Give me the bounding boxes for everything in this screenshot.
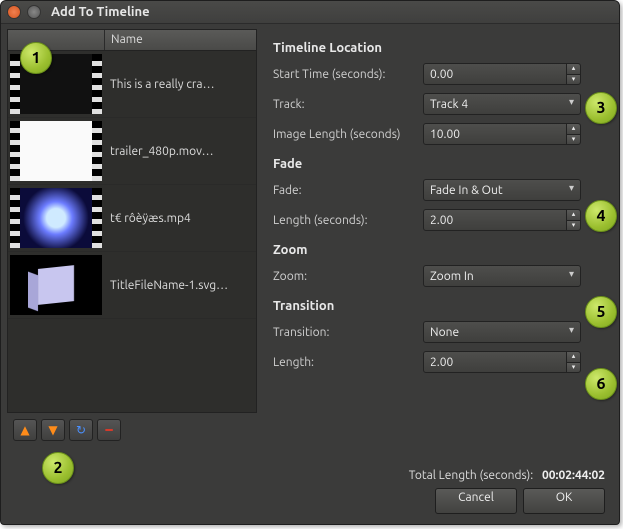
section-zoom-title: Zoom [273,243,581,257]
move-down-button[interactable]: ▼ [41,419,65,441]
form-panel: Timeline Location Start Time (seconds): … [263,23,619,460]
transition-length-label: Length: [273,356,423,369]
content: Name This is a really cra… trailer_480p.… [1,23,619,524]
zoom-select[interactable]: Zoom In [423,265,581,287]
fade-length-value: 2.00 [430,214,453,227]
list-toolbar: ▲ ▼ ↻ ━ [7,413,257,441]
cancel-button[interactable]: Cancel [435,488,517,514]
track-value: Track 4 [430,98,468,111]
transition-length-value: 2.00 [430,356,453,369]
annotation-badge-3: 3 [585,92,617,124]
thumbnail [10,188,102,248]
window-title: Add To Timeline [51,5,150,19]
file-name: This is a really cra… [104,78,256,91]
section-timeline-title: Timeline Location [273,41,581,55]
image-length-value: 10.00 [430,128,460,141]
image-length-input[interactable]: 10.00 ▴▾ [423,123,581,145]
fade-select[interactable]: Fade In & Out [423,179,581,201]
annotation-badge-6: 6 [585,368,617,400]
stepper-icon[interactable]: ▴▾ [566,352,580,372]
section-fade-title: Fade [273,157,581,171]
zoom-label: Zoom: [273,270,423,283]
file-list: Name This is a really cra… trailer_480p.… [7,29,257,413]
thumbnail [10,255,102,315]
minimize-icon[interactable] [27,5,41,19]
file-name: t€ rôèÿæs.mp4 [104,212,256,225]
transition-value: None [430,326,459,339]
total-length-label: Total Length (seconds): [409,469,533,482]
track-select[interactable]: Track 4 [423,93,581,115]
dialog-buttons: Cancel OK [435,488,605,514]
titlebar: Add To Timeline [1,1,619,24]
left-panel: Name This is a really cra… trailer_480p.… [1,23,263,460]
section-transition-title: Transition [273,299,581,313]
thumbnail [10,121,102,181]
col-name-header: Name [105,30,256,50]
list-item[interactable]: TitleFileName-1.svg… [8,252,256,319]
remove-button[interactable]: ━ [97,419,121,441]
fade-length-label: Length (seconds): [273,214,423,227]
file-name: trailer_480p.mov… [104,145,256,158]
annotation-badge-4: 4 [585,200,617,232]
dialog-window: Add To Timeline Name This is a really cr… [0,0,620,525]
main-area: Name This is a really cra… trailer_480p.… [1,23,619,460]
annotation-badge-2: 2 [42,452,74,484]
stepper-icon[interactable]: ▴▾ [566,124,580,144]
start-time-value: 0.00 [430,68,453,81]
image-length-label: Image Length (seconds) [273,128,423,141]
track-label: Track: [273,98,423,111]
annotation-badge-1: 1 [20,42,52,74]
total-length-value: 00:02:44:02 [542,469,605,482]
list-item[interactable]: trailer_480p.mov… [8,118,256,185]
file-name: TitleFileName-1.svg… [104,279,256,292]
transition-label: Transition: [273,326,423,339]
shuffle-button[interactable]: ↻ [69,419,93,441]
fade-label: Fade: [273,184,423,197]
fade-value: Fade In & Out [430,184,503,197]
start-time-label: Start Time (seconds): [273,68,423,81]
footer: Total Length (seconds): 00:02:44:02 Canc… [1,460,619,524]
list-item[interactable]: t€ rôèÿæs.mp4 [8,185,256,252]
stepper-icon[interactable]: ▴▾ [566,64,580,84]
transition-select[interactable]: None [423,321,581,343]
close-icon[interactable] [7,5,21,19]
move-up-button[interactable]: ▲ [13,419,37,441]
stepper-icon[interactable]: ▴▾ [566,210,580,230]
ok-button[interactable]: OK [523,488,605,514]
total-length: Total Length (seconds): 00:02:44:02 [409,469,605,482]
start-time-input[interactable]: 0.00 ▴▾ [423,63,581,85]
annotation-badge-5: 5 [585,296,617,328]
zoom-value: Zoom In [430,270,474,283]
fade-length-input[interactable]: 2.00 ▴▾ [423,209,581,231]
transition-length-input[interactable]: 2.00 ▴▾ [423,351,581,373]
